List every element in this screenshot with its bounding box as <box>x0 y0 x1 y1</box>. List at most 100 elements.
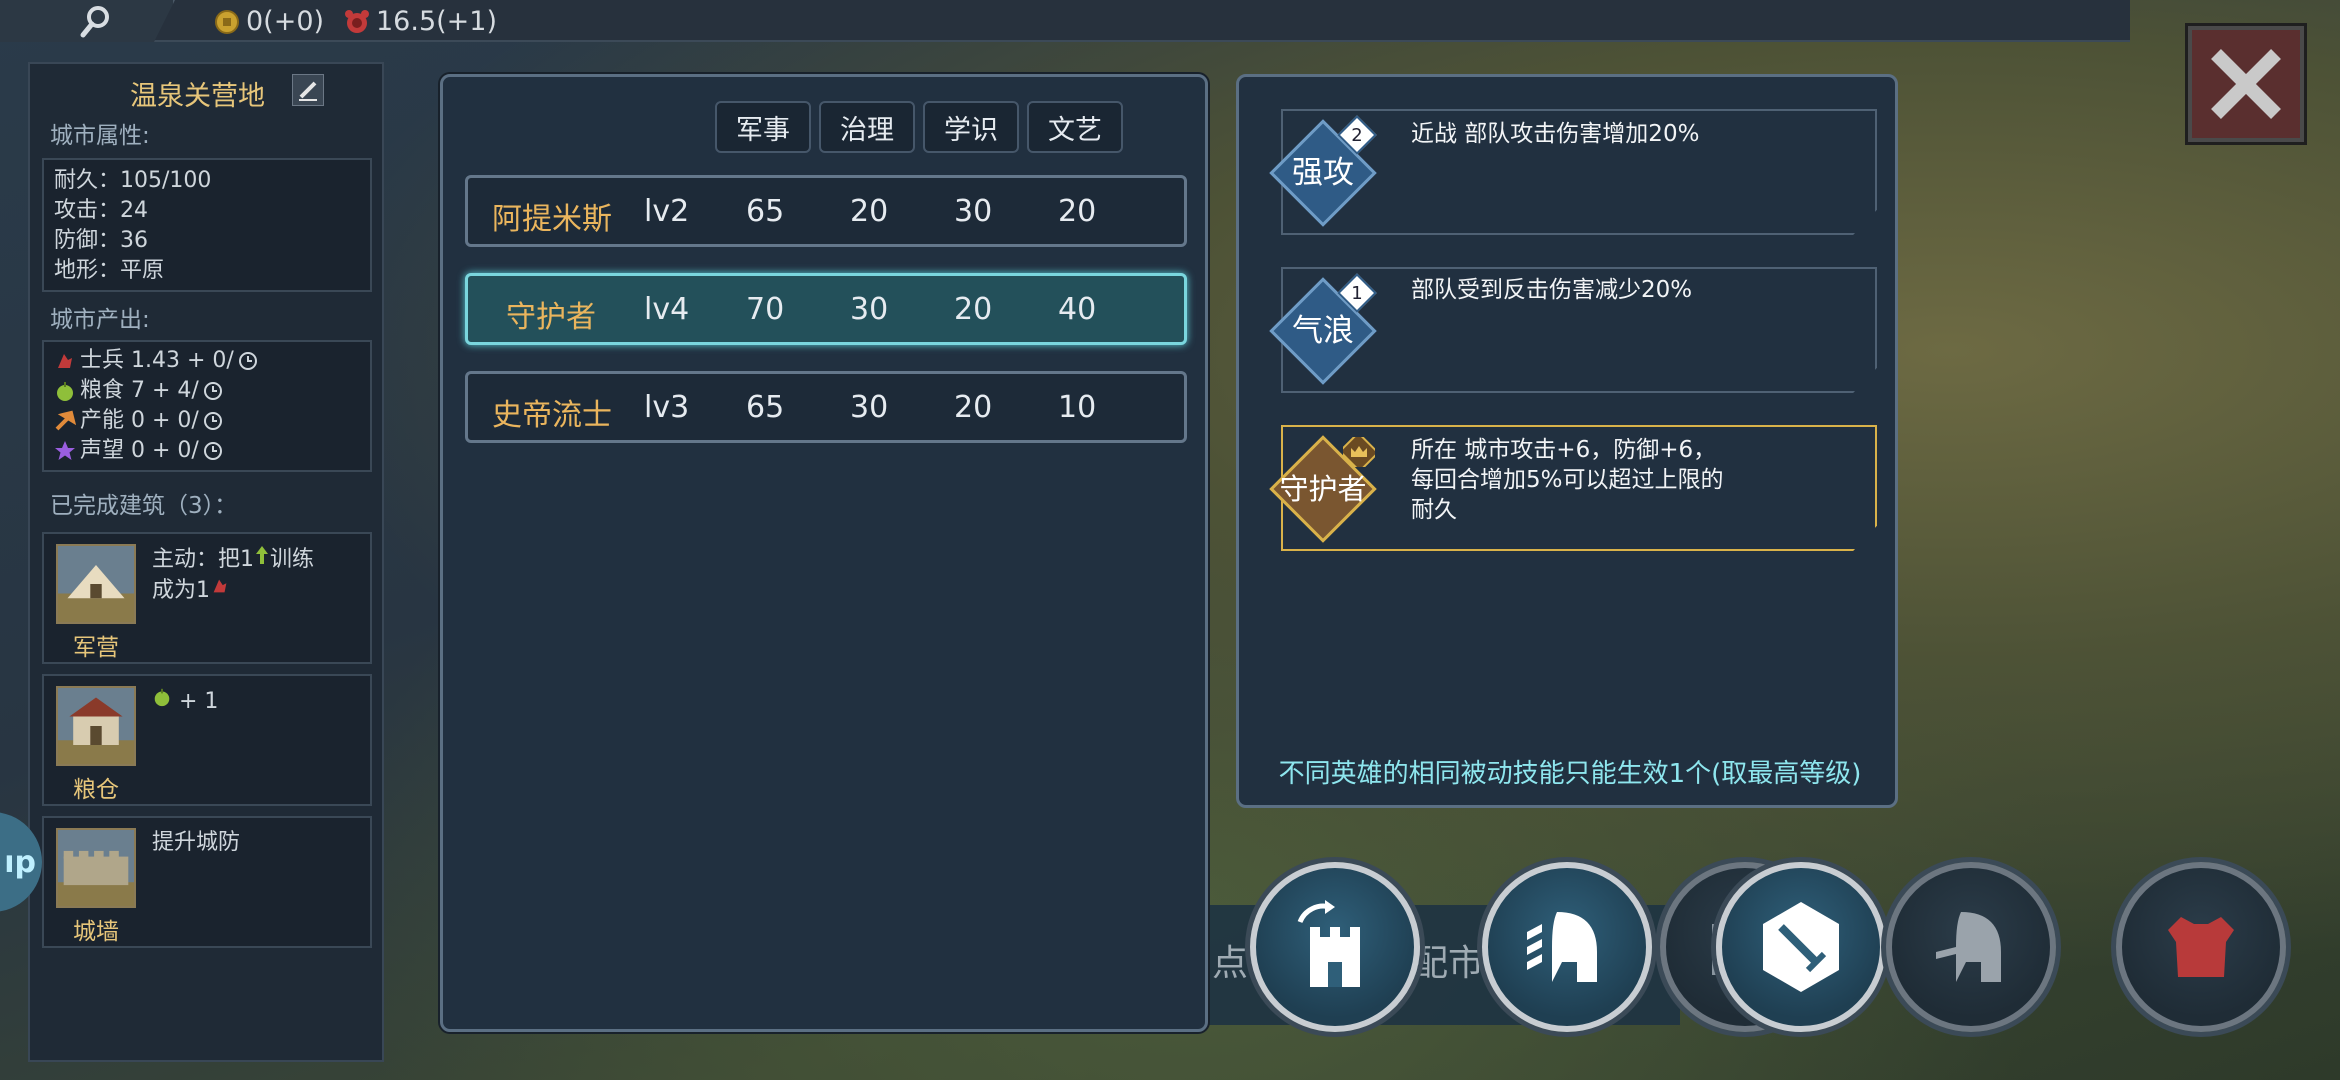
hero-name: 史帝流士 <box>492 398 612 433</box>
turn-clock-icon <box>203 382 222 400</box>
gold-value: 0(+0) <box>246 6 325 37</box>
hero-stat-governance: 30 <box>850 292 889 327</box>
production-icon <box>55 410 76 431</box>
production-prestige: 声望 0 + 0/ <box>44 436 370 466</box>
skill-level: 2 <box>1351 124 1363 146</box>
skill-desc: 近战 部队攻击伤害增加20% <box>1411 121 1700 147</box>
terrain-text: 地形：平原 <box>54 258 165 283</box>
hero-stat-arts: 20 <box>1058 194 1097 229</box>
hero-row[interactable]: 史帝流士 lv3 65 30 20 10 <box>465 371 1187 443</box>
hero-stat-arts: 40 <box>1058 292 1097 327</box>
hero-row-selected[interactable]: 守护者 lv4 70 30 20 40 <box>465 273 1187 345</box>
food-icon <box>154 688 170 707</box>
hero-stat-governance: 20 <box>850 194 889 229</box>
building-wall[interactable]: 城墙 提升城防 <box>42 816 372 948</box>
attributes-label: 城市属性: <box>50 123 150 149</box>
city-info-panel: 温泉关营地 城市属性: 耐久：105/100 攻击：24 防御：36 地形：平原… <box>28 62 384 1062</box>
defense-text: 防御：36 <box>54 228 148 253</box>
top-resource-bar: 0(+0) 16.5(+1) <box>0 0 2130 42</box>
promote-hero-button[interactable] <box>1482 862 1652 1032</box>
hero-skills-panel: 强攻 2 近战 部队攻击伤害增加20% 气浪 1 部队受到反击伤害减少20% 守… <box>1236 74 1898 808</box>
attributes-box: 耐久：105/100 攻击：24 防御：36 地形：平原 <box>42 158 372 292</box>
alarm-icon <box>345 9 369 33</box>
attack-text: 攻击：24 <box>54 198 148 223</box>
pencil-icon <box>299 81 317 101</box>
background-text-right: 配市 <box>1412 943 1485 984</box>
close-button[interactable] <box>2185 23 2307 145</box>
column-arts[interactable]: 文艺 <box>1027 101 1123 153</box>
edit-name-button[interactable] <box>292 74 324 106</box>
turn-clock-icon <box>203 442 222 460</box>
building-granary[interactable]: 粮仓 + 1 <box>42 674 372 806</box>
hero-stat-knowledge: 20 <box>954 292 993 327</box>
hero-stat-military: 65 <box>746 194 785 229</box>
armor-button[interactable] <box>2116 862 2286 1032</box>
hero-name: 阿提米斯 <box>492 202 612 237</box>
hero-list-panel: 军事 治理 学识 文艺 阿提米斯 lv2 65 20 30 20 守护者 lv4… <box>440 74 1208 1032</box>
sword-hex-icon <box>1763 902 1839 992</box>
armor-icon <box>2168 917 2234 977</box>
hero-level: lv4 <box>644 292 690 327</box>
prestige-icon <box>55 441 75 460</box>
buildings-label: 已完成建筑（3）： <box>50 493 238 519</box>
hero-button[interactable] <box>1886 862 2056 1032</box>
hero-stat-military: 65 <box>746 390 785 425</box>
skill-desc: 所在 城市攻击+6，防御+6， 每回合增加5%可以超过上限的 耐久 <box>1411 437 1724 523</box>
skill-level: 1 <box>1351 282 1363 304</box>
hero-stat-knowledge: 30 <box>954 194 993 229</box>
production-food: 粮食 7 + 4/ <box>44 376 370 406</box>
building-name: 城墙 <box>73 919 119 945</box>
turn-clock-icon <box>238 352 257 370</box>
search-icon <box>80 6 109 38</box>
soldier-icon <box>58 354 72 368</box>
switch-city-button[interactable] <box>1250 862 1420 1032</box>
background-text-left: 点 <box>1212 943 1249 984</box>
building-desc: 提升城防 <box>152 830 241 855</box>
skill-footnote: 不同英雄的相同被动技能只能生效1个(取最高等级) <box>1278 759 1862 789</box>
column-governance[interactable]: 治理 <box>819 101 915 153</box>
skills-button[interactable] <box>1716 862 1886 1032</box>
gold-coin-icon <box>215 9 239 34</box>
soldier-icon <box>213 579 227 593</box>
production-box: 士兵 1.43 + 0/ 粮食 7 + 4/ 产能 0 + 0/ 声望 0 + … <box>42 340 372 472</box>
food-icon <box>57 382 73 401</box>
building-name: 粮仓 <box>73 777 119 803</box>
skill-badge: 气浪 1 <box>1269 273 1377 385</box>
skill-badge: 守护者 <box>1269 435 1377 543</box>
production-soldier: 士兵 1.43 + 0/ <box>44 346 370 376</box>
hero-stat-knowledge: 20 <box>954 390 993 425</box>
hero-stat-arts: 10 <box>1058 390 1097 425</box>
hero-name: 守护者 <box>506 300 596 335</box>
building-barracks[interactable]: 军营 主动：把1 训练 成为1 <box>42 532 372 664</box>
skill-desc: 部队受到反击伤害减少20% <box>1411 277 1693 303</box>
building-name: 军营 <box>73 635 119 661</box>
game-screen: 0(+0) 16.5(+1) 温泉关营地 城市属性: 耐久：105/100 攻击… <box>0 0 2340 1080</box>
durability-text: 耐久：105/100 <box>54 168 212 193</box>
production-label: 城市产出: <box>50 307 150 333</box>
building-desc: 主动：把1 训练 成为1 <box>152 544 362 606</box>
helmet-icon <box>1936 912 2001 982</box>
barracks-image <box>56 544 136 624</box>
turn-clock-icon <box>203 412 222 430</box>
hero-level: lv3 <box>644 390 690 425</box>
building-desc: + 1 <box>152 686 362 717</box>
happiness-value: 16.5(+1) <box>376 6 497 37</box>
production-industry: 产能 0 + 0/ <box>44 406 370 436</box>
search-button[interactable] <box>0 0 175 42</box>
wall-image <box>56 828 136 908</box>
gold-stat: 0(+0) <box>214 6 324 37</box>
crown-icon <box>1343 437 1375 467</box>
granary-image <box>56 686 136 766</box>
hero-row[interactable]: 阿提米斯 lv2 65 20 30 20 <box>465 175 1187 247</box>
column-knowledge[interactable]: 学识 <box>923 101 1019 153</box>
skill-badge: 强攻 2 <box>1269 115 1377 227</box>
worker-icon <box>256 546 268 564</box>
column-military[interactable]: 军事 <box>715 101 811 153</box>
hero-level: lv2 <box>644 194 690 229</box>
hero-stat-military: 70 <box>746 292 785 327</box>
castle-swap-icon <box>1297 900 1360 987</box>
happiness-stat: 16.5(+1) <box>344 6 497 37</box>
helmet-rank-icon <box>1527 912 1597 982</box>
hero-stat-governance: 30 <box>850 390 889 425</box>
city-name: 温泉关营地 <box>130 81 265 112</box>
